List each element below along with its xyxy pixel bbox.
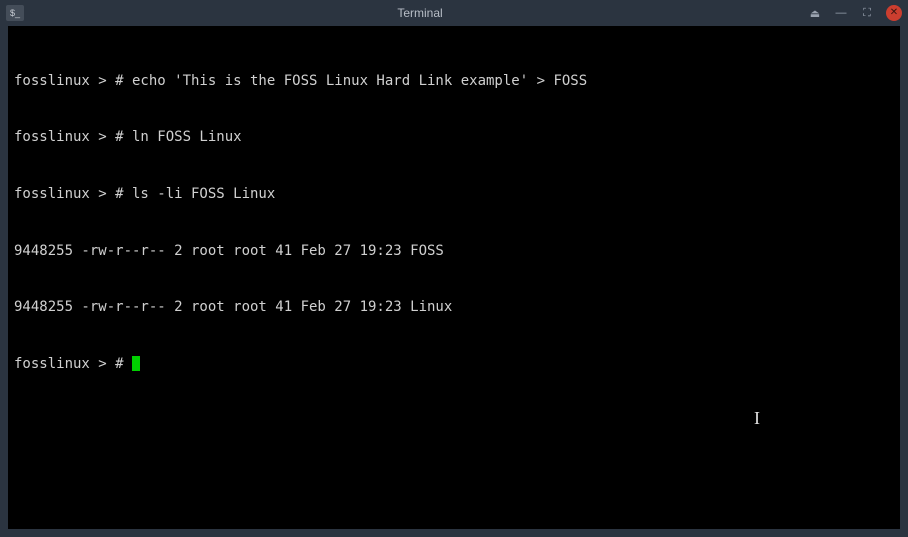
titlebar[interactable]: $_ Terminal ⏏ — ⛶ ✕: [0, 0, 908, 26]
close-button[interactable]: ✕: [886, 5, 902, 21]
terminal-line: fosslinux > # echo 'This is the FOSS Lin…: [14, 72, 894, 91]
terminal-body[interactable]: fosslinux > # echo 'This is the FOSS Lin…: [8, 26, 900, 529]
window-controls: ⏏ — ⛶ ✕: [808, 5, 902, 21]
terminal-line: fosslinux > # ls -li FOSS Linux: [14, 185, 894, 204]
terminal-prompt-line: fosslinux > #: [14, 355, 894, 374]
terminal-line: fosslinux > # ln FOSS Linux: [14, 128, 894, 147]
window-title: Terminal: [32, 6, 808, 20]
app-icon: $_: [6, 5, 24, 21]
text-cursor-ibeam: I: [754, 406, 760, 430]
cursor-block: [132, 356, 140, 371]
terminal-line: 9448255 -rw-r--r-- 2 root root 41 Feb 27…: [14, 242, 894, 261]
maximize-button[interactable]: ⛶: [860, 6, 874, 20]
eject-icon[interactable]: ⏏: [808, 6, 822, 20]
app-icon-text: $_: [10, 8, 20, 18]
terminal-prompt: fosslinux > #: [14, 356, 132, 372]
terminal-window: $_ Terminal ⏏ — ⛶ ✕ fosslinux > # echo '…: [0, 0, 908, 537]
terminal-line: 9448255 -rw-r--r-- 2 root root 41 Feb 27…: [14, 298, 894, 317]
minimize-button[interactable]: —: [834, 6, 848, 20]
